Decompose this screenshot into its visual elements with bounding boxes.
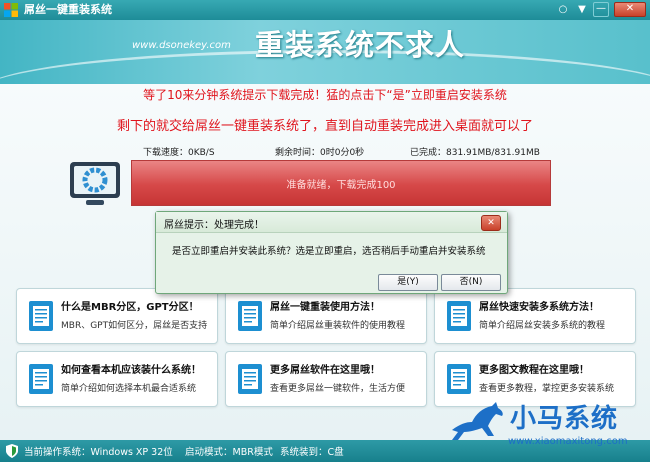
card-title: 屌丝一键重装使用方法！ xyxy=(270,302,380,313)
card-usage-guide[interactable]: 屌丝一键重装使用方法！ 简单介绍屌丝重装软件的使用教程 xyxy=(225,288,427,344)
card-desc: MBR、GPT如何区分，屌丝是否支持 xyxy=(61,321,208,331)
yes-button[interactable]: 是(Y) xyxy=(378,274,438,291)
card-desc: 简单介绍如何选择本机最合适系统 xyxy=(61,384,197,394)
card-title: 屌丝快速安装多系统方法！ xyxy=(479,302,599,313)
document-icon xyxy=(447,364,471,394)
header-banner: www.dsonekey.com 重装系统不求人 xyxy=(0,20,650,84)
document-icon xyxy=(29,364,53,394)
monitor-icon xyxy=(70,162,120,205)
card-desc: 简单介绍屌丝安装多系统的教程 xyxy=(479,321,606,331)
banner-slogan: 重装系统不求人 xyxy=(255,28,466,62)
card-desc: 查看更多教程，掌控更多安装系统 xyxy=(479,384,615,394)
horse-logo-icon xyxy=(452,402,503,440)
menu-button[interactable]: ▼ xyxy=(574,2,590,17)
dialog-title: 屌丝提示：处理完成！ xyxy=(164,220,264,231)
feedback-icon: ○ xyxy=(558,4,568,15)
notice-line-1: 等了10来分钟系统提示下载完成！猛的点击下“是”立即重启安装系统 xyxy=(143,88,507,102)
window-title: 屌丝一键重装系统 xyxy=(24,3,112,16)
dialog-close-button[interactable]: ✕ xyxy=(481,215,501,231)
minimize-icon: — xyxy=(596,3,606,14)
feedback-button[interactable]: ○ xyxy=(555,2,571,17)
app-window: 屌丝一键重装系统 ○ ▼ — ✕ www.dsonekey.com 重装系统不求… xyxy=(0,0,650,462)
watermark-url: www.xiaomaxitong.com xyxy=(508,436,628,447)
card-title: 什么是MBR分区，GPT分区！ xyxy=(61,302,199,313)
card-desc: 查看更多屌丝一键软件，生活方便 xyxy=(270,384,406,394)
no-button[interactable]: 否(N) xyxy=(441,274,501,291)
menu-icon: ▼ xyxy=(578,4,586,15)
restart-dialog: 屌丝提示：处理完成！ ✕ 是否立即重启并安装此系统？选是立即重启，选否稍后手动重… xyxy=(155,211,508,294)
title-bar: 屌丝一键重装系统 ○ ▼ — ✕ xyxy=(0,0,650,20)
dialog-title-bar: 屌丝提示：处理完成！ ✕ xyxy=(156,212,507,233)
close-icon: ✕ xyxy=(487,218,495,228)
watermark-name: 小马系统 xyxy=(510,404,619,434)
card-which-system[interactable]: 如何查看本机应该装什么系统！ 简单介绍如何选择本机最合适系统 xyxy=(16,351,218,407)
download-completed: 已完成：831.91MB/831.91MB xyxy=(410,148,540,158)
download-speed: 下载速度：0KB/S xyxy=(143,148,215,158)
close-button[interactable]: ✕ xyxy=(614,2,646,17)
banner-url: www.dsonekey.com xyxy=(132,40,231,51)
download-progress-bar: 准备就绪，下载完成100 xyxy=(131,160,551,206)
shield-icon xyxy=(6,444,18,458)
card-title: 如何查看本机应该装什么系统！ xyxy=(61,365,201,376)
document-icon xyxy=(238,301,262,331)
document-icon xyxy=(29,301,53,331)
close-icon: ✕ xyxy=(625,3,635,14)
time-remaining: 剩余时间：0时0分0秒 xyxy=(275,148,365,158)
status-install-target: 系统装到：C盘 xyxy=(280,447,344,458)
status-current-os: 当前操作系统：Windows XP 32位 xyxy=(24,447,173,458)
document-icon xyxy=(447,301,471,331)
windows-logo-icon xyxy=(4,3,18,17)
notice-line-2: 剩下的就交给屌丝一键重装系统了，直到自动重装完成进入桌面就可以了 xyxy=(116,119,533,134)
card-title: 更多图文教程在这里哦！ xyxy=(479,365,589,376)
minimize-button[interactable]: — xyxy=(593,2,609,17)
card-more-software[interactable]: 更多屌丝软件在这里哦！ 查看更多屌丝一键软件，生活方便 xyxy=(225,351,427,407)
card-desc: 简单介绍屌丝重装软件的使用教程 xyxy=(270,321,406,331)
card-multi-system[interactable]: 屌丝快速安装多系统方法！ 简单介绍屌丝安装多系统的教程 xyxy=(434,288,636,344)
document-icon xyxy=(238,364,262,394)
status-boot-mode: 启动模式：MBR模式 xyxy=(185,447,273,458)
progress-label: 准备就绪，下载完成100 xyxy=(286,180,396,191)
card-mbr-gpt[interactable]: 什么是MBR分区，GPT分区！ MBR、GPT如何区分，屌丝是否支持 xyxy=(16,288,218,344)
dialog-message: 是否立即重启并安装此系统？选是立即重启，选否稍后手动重启并安装系统 xyxy=(172,246,486,257)
card-title: 更多屌丝软件在这里哦！ xyxy=(270,365,380,376)
